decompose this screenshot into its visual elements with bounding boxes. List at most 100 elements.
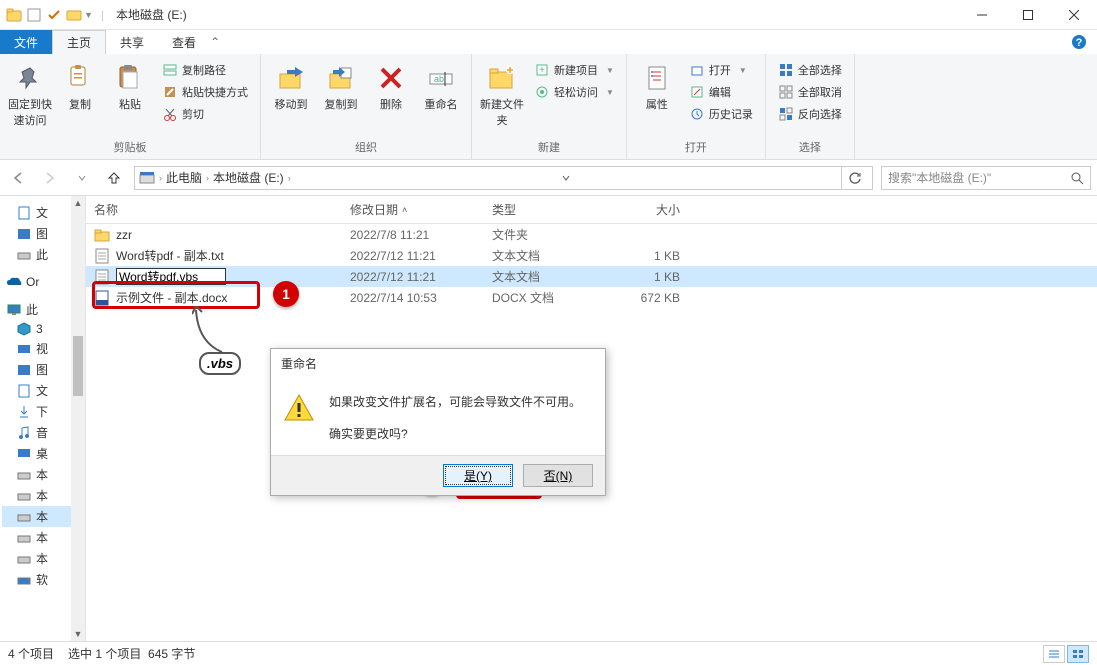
document-icon bbox=[16, 206, 32, 220]
svg-text:+: + bbox=[539, 65, 545, 76]
tab-share[interactable]: 共享 bbox=[106, 30, 158, 54]
document-icon bbox=[16, 384, 32, 398]
history-button[interactable]: 历史记录 bbox=[685, 104, 757, 124]
col-name[interactable]: 名称 bbox=[86, 201, 342, 218]
close-button[interactable] bbox=[1051, 0, 1097, 30]
select-none-button[interactable]: 全部取消 bbox=[774, 82, 846, 102]
search-icon[interactable] bbox=[1070, 171, 1084, 185]
breadcrumb-drive[interactable]: 本地磁盘 (E:) bbox=[213, 169, 284, 186]
tab-view[interactable]: 查看 bbox=[158, 30, 210, 54]
scroll-down-icon[interactable]: ▼ bbox=[71, 627, 85, 641]
copy-path-button[interactable]: 复制路径 bbox=[158, 60, 252, 80]
search-placeholder: 搜索"本地磁盘 (E:)" bbox=[888, 169, 991, 186]
rename-input[interactable] bbox=[116, 268, 226, 285]
picture-icon bbox=[16, 227, 32, 241]
drive-icon bbox=[16, 468, 32, 482]
breadcrumb-thispc[interactable]: 此电脑 bbox=[166, 169, 202, 186]
copy-to-button[interactable]: 复制到 bbox=[319, 58, 363, 112]
download-icon bbox=[16, 405, 32, 419]
collapse-ribbon-icon[interactable]: ⌃ bbox=[210, 35, 220, 49]
address-dropdown-icon[interactable] bbox=[555, 167, 577, 189]
qat-folder-icon[interactable] bbox=[66, 7, 82, 23]
minimize-button[interactable] bbox=[959, 0, 1005, 30]
file-row-docx[interactable]: 示例文件 - 副本.docx 2022/7/14 10:53 DOCX 文档 6… bbox=[86, 287, 1097, 308]
dialog-title: 重命名 bbox=[271, 349, 605, 378]
tab-home[interactable]: 主页 bbox=[52, 30, 106, 54]
navigation-pane[interactable]: 文 图 此 Or 此 3 视 图 文 下 音 桌 本 本 本 本 本 软 ▲ ▼ bbox=[0, 196, 86, 641]
tab-file[interactable]: 文件 bbox=[0, 30, 52, 54]
status-item-count: 4 个项目 bbox=[8, 645, 54, 662]
file-row-folder[interactable]: zzr 2022/7/8 11:21 文件夹 bbox=[86, 224, 1097, 245]
properties-button[interactable]: 属性 bbox=[635, 58, 679, 112]
qat-save-icon[interactable] bbox=[26, 7, 42, 23]
rename-dialog: 重命名 如果改变文件扩展名，可能会导致文件不可用。 确实要更改吗? 是(Y) 否… bbox=[270, 348, 606, 496]
desktop-icon bbox=[16, 447, 32, 461]
scroll-up-icon[interactable]: ▲ bbox=[71, 196, 85, 210]
col-date[interactable]: 修改日期˄ bbox=[342, 201, 484, 218]
chevron-right-icon[interactable]: › bbox=[288, 173, 291, 183]
file-row-renaming[interactable]: 2022/7/12 11:21 文本文档 1 KB bbox=[86, 266, 1097, 287]
dialog-yes-button[interactable]: 是(Y) bbox=[443, 464, 513, 487]
list-header[interactable]: 名称 修改日期˄ 类型 大小 bbox=[86, 196, 1097, 224]
view-icons-button[interactable] bbox=[1067, 645, 1089, 663]
up-button[interactable] bbox=[102, 166, 126, 190]
qat-dropdown-icon[interactable]: ▼ bbox=[84, 10, 93, 20]
nav-scrollbar[interactable]: ▲ ▼ bbox=[71, 196, 85, 641]
pin-quick-access-button[interactable]: 固定到快速访问 bbox=[8, 58, 52, 128]
history-icon bbox=[689, 106, 705, 122]
file-row-txt[interactable]: Word转pdf - 副本.txt 2022/7/12 11:21 文本文档 1… bbox=[86, 245, 1097, 266]
maximize-button[interactable] bbox=[1005, 0, 1051, 30]
music-icon bbox=[16, 426, 32, 440]
paste-button[interactable]: 粘贴 bbox=[108, 58, 152, 112]
callout-badge-1: 1 bbox=[273, 281, 299, 307]
drive-icon bbox=[16, 510, 32, 524]
warning-icon bbox=[283, 392, 315, 424]
select-all-icon bbox=[778, 62, 794, 78]
move-to-button[interactable]: 移动到 bbox=[269, 58, 313, 112]
forward-button[interactable] bbox=[38, 166, 62, 190]
chevron-right-icon[interactable]: › bbox=[206, 173, 209, 183]
refresh-button[interactable] bbox=[841, 167, 868, 189]
new-item-icon: + bbox=[534, 62, 550, 78]
drive-icon bbox=[16, 489, 32, 503]
folder-icon bbox=[94, 227, 110, 243]
video-icon bbox=[16, 342, 32, 356]
status-bar: 4 个项目 选中 1 个项目 645 字节 bbox=[0, 641, 1097, 665]
qat-check-icon[interactable] bbox=[46, 7, 62, 23]
help-icon[interactable]: ? bbox=[1071, 34, 1087, 50]
new-folder-button[interactable]: 新建文件夹 bbox=[480, 58, 524, 128]
easy-access-button[interactable]: 轻松访问▼ bbox=[530, 82, 618, 102]
copy-button[interactable]: 复制 bbox=[58, 58, 102, 112]
invert-selection-button[interactable]: 反向选择 bbox=[774, 104, 846, 124]
drive-icon bbox=[16, 248, 32, 262]
new-item-button[interactable]: +新建项目▼ bbox=[530, 60, 618, 80]
paste-shortcut-button[interactable]: 粘贴快捷方式 bbox=[158, 82, 252, 102]
recent-button[interactable] bbox=[70, 166, 94, 190]
delete-icon bbox=[375, 62, 407, 94]
open-button[interactable]: 打开▼ bbox=[685, 60, 757, 80]
dialog-line2: 确实要更改吗? bbox=[329, 424, 581, 446]
col-size[interactable]: 大小 bbox=[608, 201, 688, 218]
chevron-right-icon[interactable]: › bbox=[159, 173, 162, 183]
status-selection: 选中 1 个项目 645 字节 bbox=[68, 645, 195, 662]
search-box[interactable]: 搜索"本地磁盘 (E:)" bbox=[881, 166, 1091, 190]
rename-button[interactable]: ab 重命名 bbox=[419, 58, 463, 112]
view-details-button[interactable] bbox=[1043, 645, 1065, 663]
address-box[interactable]: › 此电脑 › 本地磁盘 (E:) › bbox=[134, 166, 873, 190]
select-none-icon bbox=[778, 84, 794, 100]
ribbon-tabs: 文件 主页 共享 查看 ⌃ ? bbox=[0, 30, 1097, 54]
cut-button[interactable]: 剪切 bbox=[158, 104, 252, 124]
dialog-line1: 如果改变文件扩展名，可能会导致文件不可用。 bbox=[329, 392, 581, 414]
drive-icon bbox=[139, 171, 155, 185]
dialog-no-button[interactable]: 否(N) bbox=[523, 464, 593, 487]
group-new-label: 新建 bbox=[480, 139, 618, 157]
back-button[interactable] bbox=[6, 166, 30, 190]
scroll-thumb[interactable] bbox=[73, 336, 83, 396]
edit-button[interactable]: 编辑 bbox=[685, 82, 757, 102]
move-to-icon bbox=[275, 62, 307, 94]
select-all-button[interactable]: 全部选择 bbox=[774, 60, 846, 80]
title-bar: ▼ | 本地磁盘 (E:) bbox=[0, 0, 1097, 30]
col-type[interactable]: 类型 bbox=[484, 201, 608, 218]
group-organize-label: 组织 bbox=[269, 139, 463, 157]
delete-button[interactable]: 删除 bbox=[369, 58, 413, 112]
